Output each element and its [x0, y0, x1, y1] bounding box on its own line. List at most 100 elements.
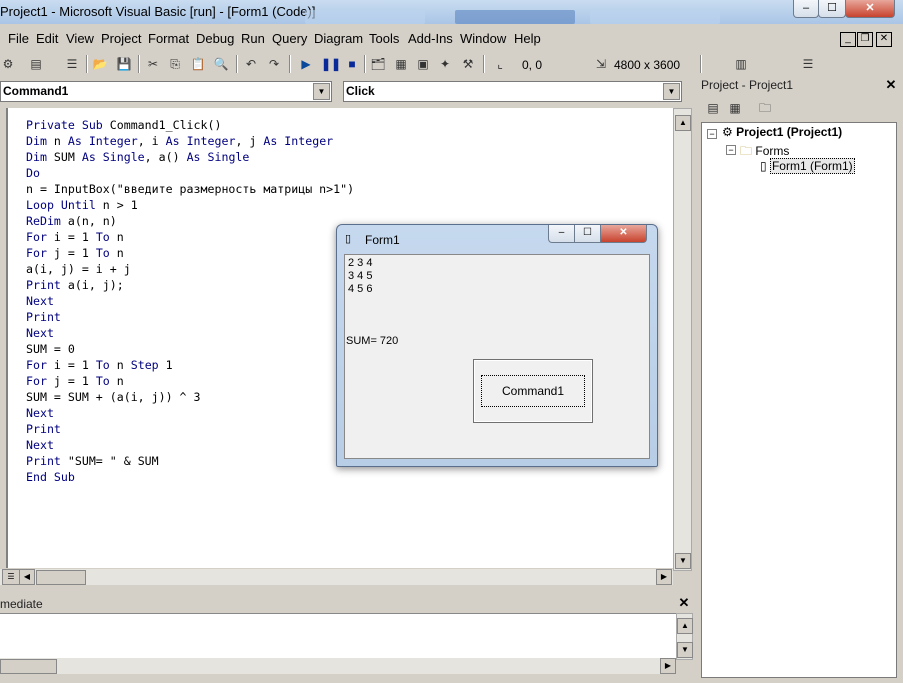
close-icon[interactable]: ✕ [678, 596, 690, 609]
code-keyword: To [95, 246, 117, 260]
collapse-icon[interactable]: − [707, 129, 717, 139]
position-icon: ⌞ [497, 57, 503, 71]
full-module-view-icon[interactable]: ☰ [2, 569, 20, 585]
menu-run[interactable]: Run [241, 31, 265, 46]
redo-icon[interactable]: ↷ [266, 56, 282, 72]
form1-window[interactable]: ▯ Form1 – ☐ ✕ 2 3 4 3 4 5 4 5 6 SUM= 720… [336, 224, 658, 467]
scroll-right-icon[interactable]: ▶ [660, 658, 676, 674]
command1-button[interactable]: Command1 [473, 359, 593, 423]
cut-icon[interactable]: ✂ [145, 56, 161, 72]
properties-window-icon[interactable]: ▦ [393, 56, 409, 72]
menu-file[interactable]: File [8, 31, 29, 46]
code-text: n [116, 374, 124, 388]
window-maximize-button[interactable]: ☐ [818, 0, 846, 18]
open-project-icon[interactable]: 📂 [92, 56, 108, 72]
menu-view[interactable]: View [66, 31, 94, 46]
project-node[interactable]: ⚙ Project1 (Project1) [722, 125, 842, 139]
immediate-horizontal-scrollbar[interactable]: ▶ [0, 658, 676, 674]
procedure-combo[interactable]: Click ▼ [343, 81, 682, 102]
collapse-icon[interactable]: − [726, 145, 736, 155]
menu-debug[interactable]: Debug [196, 31, 234, 46]
window-close-button[interactable]: ✕ [845, 0, 895, 18]
menu-project[interactable]: Project [101, 31, 141, 46]
code-line: Print [26, 421, 354, 437]
code-keyword: Private Sub [26, 118, 110, 132]
immediate-vertical-scrollbar[interactable]: ▲ ▼ [676, 613, 693, 660]
title-bar: Project1 - Microsoft Visual Basic [run] … [0, 0, 903, 24]
menu-format[interactable]: Format [148, 31, 189, 46]
scroll-down-icon[interactable]: ▼ [677, 642, 693, 658]
project-explorer-title: Project - Project1 [701, 78, 794, 92]
menu-help[interactable]: Help [514, 31, 541, 46]
toggle-folders-icon[interactable]: 🗀 [757, 100, 773, 116]
copy-icon[interactable]: ⎘ [167, 56, 183, 72]
code-keyword: Print [26, 278, 68, 292]
window-minimize-button[interactable]: – [793, 0, 819, 18]
break-icon[interactable]: ❚❚ [321, 56, 341, 72]
toolbox-icon[interactable]: ⚒ [460, 56, 476, 72]
mdi-restore-button[interactable]: ❐ [857, 32, 873, 47]
menu-diagram[interactable]: Diagram [314, 31, 363, 46]
code-horizontal-scrollbar[interactable]: ☰ ◀ ▶ [0, 569, 673, 585]
code-vertical-scrollbar[interactable]: ▲ ▼ [673, 108, 692, 571]
save-project-icon[interactable]: 💾 [116, 56, 132, 72]
scroll-up-icon[interactable]: ▲ [677, 618, 693, 634]
menu-edit[interactable]: Edit [36, 31, 58, 46]
add-form-icon[interactable]: ▤ [28, 56, 44, 72]
menu-tools[interactable]: Tools [369, 31, 399, 46]
scroll-thumb[interactable] [36, 570, 86, 585]
chevron-down-icon[interactable]: ▼ [663, 83, 680, 100]
matrix-row: 3 4 5 [348, 270, 373, 282]
view-object-icon[interactable]: ▦ [727, 100, 743, 116]
code-keyword: End Sub [26, 470, 75, 484]
code-keyword: Do [26, 166, 40, 180]
scroll-left-icon[interactable]: ◀ [19, 569, 35, 585]
form-layout-icon[interactable]: ▣ [415, 56, 431, 72]
object-browser-icon[interactable]: ✦ [437, 56, 453, 72]
code-keyword: To [95, 358, 117, 372]
code-line: Do [26, 165, 354, 181]
object-combo-value: Command1 [3, 84, 69, 98]
chevron-down-icon[interactable]: ▼ [313, 83, 330, 100]
scroll-thumb[interactable] [0, 659, 57, 674]
code-line: n = InputBox("введите размерность матриц… [26, 181, 354, 197]
menu-window[interactable]: Window [460, 31, 506, 46]
view-code-icon[interactable]: ▤ [705, 100, 721, 116]
project-explorer-icon[interactable]: 🗂 [370, 56, 386, 72]
form1-maximize-button[interactable]: ☐ [574, 225, 601, 243]
code-line: SUM = SUM + (a(i, j)) ^ 3 [26, 389, 354, 405]
add-project-icon[interactable]: ⚙ [0, 56, 16, 72]
menu-add-ins[interactable]: Add-Ins [408, 31, 453, 46]
code-text: n > 1 [102, 198, 138, 212]
size-readout: 4800 x 3600 [614, 58, 681, 72]
paste-icon[interactable]: 📋 [190, 56, 206, 72]
mdi-close-button[interactable]: ✕ [876, 32, 892, 47]
data-view-icon[interactable]: ▥ [733, 56, 749, 72]
mdi-minimize-button[interactable]: _ [840, 32, 856, 47]
start-icon[interactable]: ▶ [298, 56, 314, 72]
form-icon: ▯ [345, 233, 352, 245]
component-manager-icon[interactable]: ☰ [800, 56, 816, 72]
project-node-label: Project1 (Project1) [736, 125, 843, 139]
scroll-up-icon[interactable]: ▲ [675, 115, 691, 131]
code-text: i = 1 [53, 358, 96, 372]
form1-node[interactable]: ▯ Form1 (Form1) [760, 158, 855, 174]
find-icon[interactable]: 🔍 [213, 56, 229, 72]
close-icon[interactable]: ✕ [885, 78, 897, 91]
menu-query[interactable]: Query [272, 31, 307, 46]
undo-icon[interactable]: ↶ [243, 56, 259, 72]
code-keyword: Loop Until [26, 198, 103, 212]
object-combo[interactable]: Command1 ▼ [0, 81, 332, 102]
menu-editor-icon[interactable]: ☰ [64, 56, 80, 72]
code-text: a(n, n) [67, 214, 117, 228]
code-line: End Sub [26, 469, 354, 485]
end-icon[interactable]: ■ [344, 56, 360, 72]
title-bar-reflection [590, 10, 720, 24]
scroll-down-icon[interactable]: ▼ [675, 553, 691, 569]
immediate-input[interactable] [0, 613, 676, 659]
code-keyword: Print [26, 454, 68, 468]
form1-minimize-button[interactable]: – [548, 225, 575, 243]
code-lines: Private Sub Command1_Click() Dim n As Int… [26, 117, 354, 485]
scroll-right-icon[interactable]: ▶ [656, 569, 672, 585]
form1-close-button[interactable]: ✕ [600, 225, 647, 243]
